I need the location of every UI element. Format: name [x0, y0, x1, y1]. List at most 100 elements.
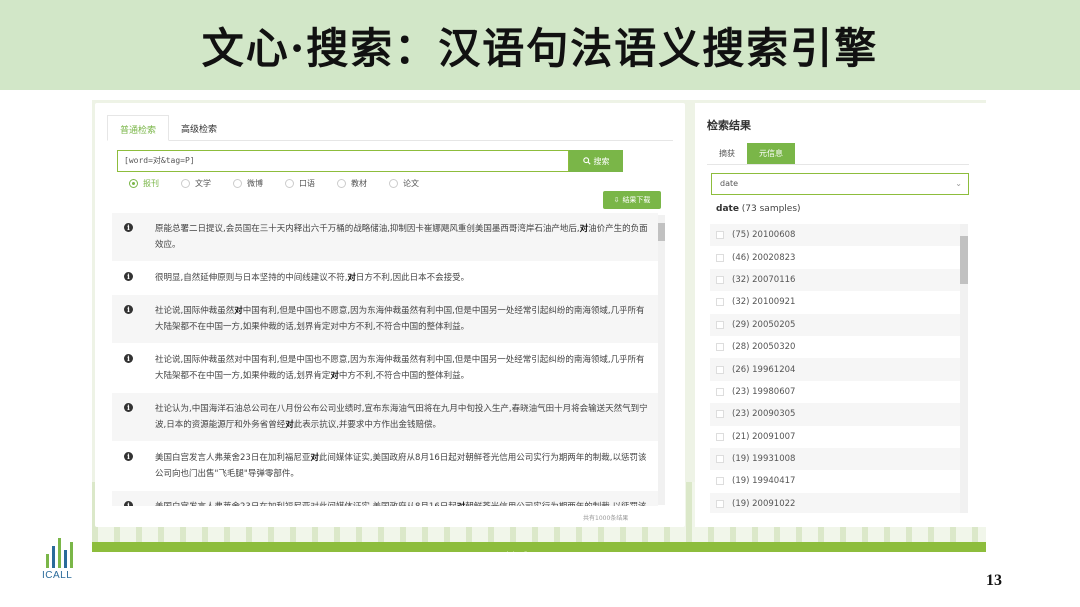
info-icon[interactable]: i — [124, 305, 133, 314]
result-text: 原能总署二日提议,会员国在三十天内释出六千万桶的战略储油,抑制因卡崔娜飓风重创美… — [155, 224, 648, 250]
facet-scrollbar[interactable] — [960, 224, 968, 513]
facets-panel: 检索结果 摘获 元信息 date ⌄ date (73 samples) (75… — [695, 103, 986, 527]
search-button[interactable]: 搜索 — [569, 150, 623, 172]
facet-item[interactable]: (23) 19980607 — [710, 381, 960, 403]
keyword-highlight: 对 — [234, 306, 243, 316]
facet-scrollbar-thumb[interactable] — [960, 236, 968, 284]
copyright-text: Copyright © BLCU-ICALL 2021 — [485, 551, 593, 559]
facet-item-label: (23) 19980607 — [732, 386, 796, 397]
search-icon — [582, 157, 591, 165]
search-query: [word=对&tag=P] — [124, 156, 195, 165]
radio-dot — [285, 179, 294, 188]
info-icon[interactable]: i — [124, 403, 133, 412]
tab-excerpt[interactable]: 摘获 — [707, 143, 747, 164]
facet-checkbox[interactable] — [716, 410, 724, 419]
info-icon[interactable]: i — [124, 501, 133, 506]
result-row[interactable]: i 美国白宫发言人弗莱舍23日在加利福尼亚对此间媒体证实,美国政府从8月16日起对… — [112, 442, 658, 491]
facet-item-label: (19) 19940417 — [732, 476, 796, 487]
download-results-button[interactable]: ⇩ 结果下载 — [603, 191, 661, 209]
facet-checkbox[interactable] — [716, 387, 724, 396]
facets-title: 检索结果 — [707, 119, 751, 132]
facet-checkbox[interactable] — [716, 499, 724, 508]
tab-metadata[interactable]: 元信息 — [747, 143, 795, 164]
facet-checkbox[interactable] — [716, 275, 724, 284]
radio-label: 文学 — [195, 179, 211, 188]
facet-item[interactable]: (19) 19931008 — [710, 447, 960, 471]
facet-item[interactable]: (29) 20050205 — [710, 313, 960, 336]
info-icon[interactable]: i — [124, 354, 133, 363]
radio-label: 口语 — [299, 179, 315, 188]
app-footer: Copyright © BLCU-ICALL 2021 — [92, 542, 986, 559]
facet-item-label: (29) 20050205 — [732, 319, 796, 330]
results-scrollbar[interactable] — [658, 215, 665, 505]
facet-checkbox[interactable] — [716, 343, 724, 352]
info-icon[interactable]: i — [124, 272, 133, 281]
keyword-highlight: 对 — [330, 371, 339, 381]
results-scrollbar-thumb[interactable] — [658, 223, 665, 241]
facet-checkbox[interactable] — [716, 432, 724, 441]
facet-item-label: (19) 19931008 — [732, 454, 796, 465]
result-row[interactable]: i 社论说,国际仲裁虽然对中国有利,但是中国也不愿意,因为东海仲裁虽然有利中国,但… — [112, 344, 658, 393]
radio-dot — [129, 179, 138, 188]
facet-item[interactable]: (23) 20090305 — [710, 403, 960, 426]
page-number: 13 — [986, 572, 1002, 589]
facet-group-header: date (73 samples) — [716, 204, 801, 214]
facet-item[interactable]: (32) 20100921 — [710, 291, 960, 313]
info-icon[interactable]: i — [124, 223, 133, 232]
radio-textbook[interactable]: 教材 — [337, 178, 367, 189]
search-input[interactable]: [word=对&tag=P] — [117, 150, 569, 172]
facet-group-count: (73 samples) — [741, 204, 801, 214]
tab-advanced-search[interactable]: 高级检索 — [169, 115, 229, 140]
facet-item-label: (19) 20091022 — [732, 498, 796, 509]
result-row[interactable]: i 美国白宫发言人弗莱舍23日在加利福尼亚对此间媒体证实,美国政府从8月16日起对… — [112, 491, 658, 506]
result-text: 美国白宫发言人弗莱舍23日在加利福尼亚对此间媒体证实,美国政府从8月16日起对朝… — [155, 453, 647, 479]
radio-newspaper[interactable]: 报刊 — [129, 178, 159, 189]
download-icon: ⇩ — [613, 196, 620, 204]
result-row[interactable]: i 社论认为,中国海洋石油总公司在八月份公布公司业绩时,宣布东海油气田将在九月中旬… — [112, 393, 658, 442]
facet-group-name: date — [716, 204, 739, 214]
facet-item[interactable]: (46) 20020823 — [710, 246, 960, 268]
radio-literature[interactable]: 文学 — [181, 178, 211, 189]
radio-paper[interactable]: 论文 — [389, 178, 419, 189]
result-row[interactable]: i 原能总署二日提议,会员国在三十天内释出六千万桶的战略储油,抑制因卡崔娜飓风重创… — [112, 213, 658, 262]
radio-spoken[interactable]: 口语 — [285, 178, 315, 189]
slide-header: 文心·搜索：汉语句法语义搜索引擎 — [0, 0, 1080, 90]
facet-item[interactable]: (19) 20091022 — [710, 492, 960, 513]
facet-item[interactable]: (32) 20070116 — [710, 268, 960, 292]
facet-checkbox[interactable] — [716, 477, 724, 486]
metadata-select[interactable]: date ⌄ — [711, 173, 969, 195]
facet-item-label: (28) 20050320 — [732, 342, 796, 353]
facet-item[interactable]: (21) 20091007 — [710, 426, 960, 448]
result-row[interactable]: i 社论说,国际仲裁虽然对中国有利,但是中国也不愿意,因为东海仲裁虽然有利中国,但… — [112, 295, 658, 344]
facet-checkbox[interactable] — [716, 231, 724, 240]
metadata-select-value: date — [720, 179, 739, 188]
facet-item[interactable]: (75) 20100608 — [710, 224, 960, 247]
facet-item-label: (21) 20091007 — [732, 431, 796, 442]
radio-weibo[interactable]: 微博 — [233, 178, 263, 189]
facet-item[interactable]: (26) 19961204 — [710, 358, 960, 381]
facet-item-label: (26) 19961204 — [732, 364, 796, 375]
download-label: 结果下载 — [622, 196, 651, 204]
result-row[interactable]: i 很明显,自然延伸原则与日本坚持的中间线建议不符,对日方不利,因此日本不会接受。 — [112, 262, 658, 295]
facet-item[interactable]: (19) 19940417 — [710, 470, 960, 492]
facet-checkbox[interactable] — [716, 455, 724, 464]
facet-item[interactable]: (28) 20050320 — [710, 336, 960, 358]
radio-dot — [389, 179, 398, 188]
radio-label: 论文 — [403, 179, 419, 188]
radio-dot — [337, 179, 346, 188]
results-list: i 原能总署二日提议,会员国在三十天内释出六千万桶的战略储油,抑制因卡崔娜飓风重创… — [112, 213, 658, 506]
search-panel: 普通检索 高级检索 [word=对&tag=P] 搜索 报刊 文学 微博 口语 … — [95, 103, 685, 527]
facet-item-label: (46) 20020823 — [732, 252, 796, 263]
facet-checkbox[interactable] — [716, 365, 724, 374]
logo-text: ICALL — [42, 570, 73, 581]
facet-checkbox[interactable] — [716, 253, 724, 262]
result-text: 社论说,国际仲裁虽然对中国有利,但是中国也不愿意,因为东海仲裁虽然有利中国,但是… — [155, 306, 645, 332]
tab-basic-search[interactable]: 普通检索 — [107, 115, 170, 141]
keyword-highlight: 对 — [457, 502, 466, 506]
radio-label: 教材 — [351, 179, 367, 188]
facet-checkbox[interactable] — [716, 320, 724, 329]
facet-checkbox[interactable] — [716, 298, 724, 307]
results-count: 共有1000条结果 — [583, 515, 629, 522]
icall-logo: ICALL — [40, 530, 80, 582]
info-icon[interactable]: i — [124, 452, 133, 461]
